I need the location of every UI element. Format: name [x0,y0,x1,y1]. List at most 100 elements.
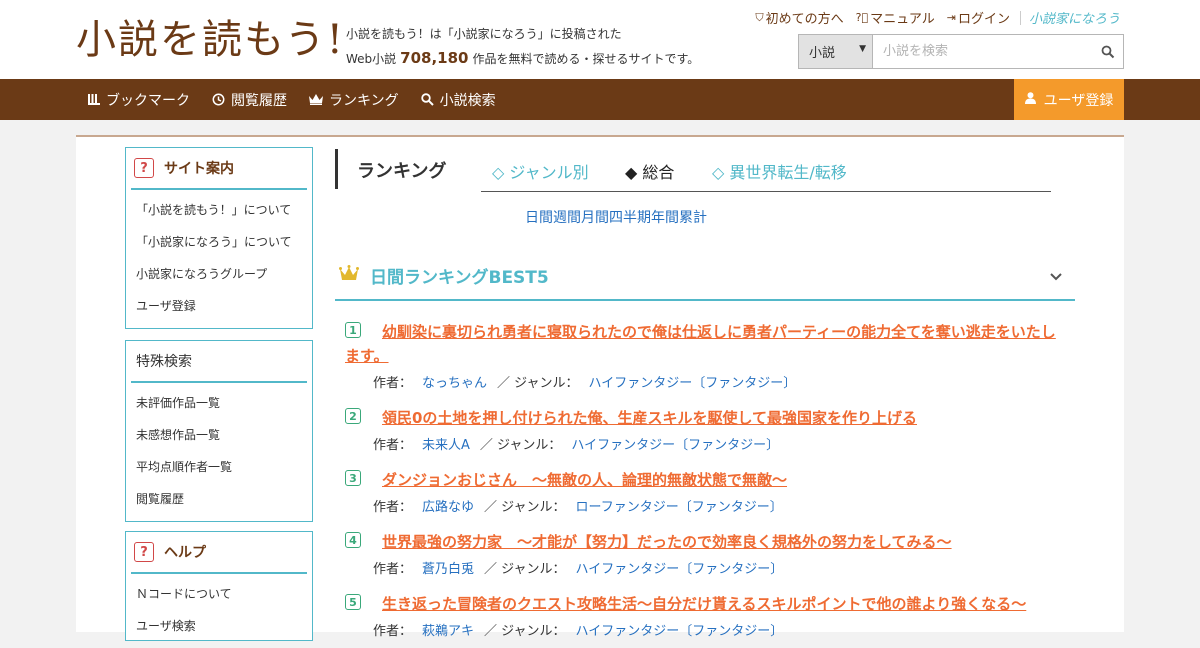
sidebar-item-no-reviews[interactable]: 未感想作品一覧 [126,419,312,451]
period-daily[interactable]: 日間 [525,207,553,227]
ranking-title-link[interactable]: 幼馴染に裏切られ勇者に寝取られたので俺は仕返しに勇者パーティーの能力全てを奪い逃… [335,320,1075,368]
sidebar-item-author-average[interactable]: 平均点順作者一覧 [126,451,312,483]
ranking-meta: 作者： なっちゃん ／ ジャンル： ハイファンタジー〔ファンタジー〕 [335,372,1075,391]
crown-icon [339,265,359,287]
genre-link[interactable]: ハイファンタジー〔ファンタジー〕 [576,562,784,577]
question-circle-icon: ?⃝ [855,11,869,24]
nav-ranking[interactable]: ランキング [309,90,399,110]
tab-isekai[interactable]: ◇ 異世界転生/転移 [712,159,847,183]
sidebar-item-ncode[interactable]: Ｎコードについて [126,578,312,610]
genre-link[interactable]: ローファンタジー〔ファンタジー〕 [576,500,783,515]
history-icon [212,93,225,106]
sidebar-item-user-search[interactable]: ユーザ検索 [126,610,312,642]
sidebar-item-history[interactable]: 閲覧履歴 [126,483,312,515]
nav-history[interactable]: 閲覧履歴 [212,90,287,110]
register-button[interactable]: ユーザ登録 [1014,79,1124,120]
daily-ranking-title: 日間ランキングBEST5 [370,268,549,288]
chevron-down-icon[interactable] [1049,267,1063,286]
author-link[interactable]: 蒼乃白兎 [422,562,474,577]
period-quarterly[interactable]: 四半期 [609,207,651,227]
author-link[interactable]: 未来人A [422,438,470,453]
bookmark-icon [88,94,100,105]
nav-search[interactable]: 小説検索 [420,90,496,110]
ranking-title-link[interactable]: 領民0の土地を押し付けられた俺、生産スキルを駆使して最強国家を作り上げる [335,406,1075,430]
period-weekly[interactable]: 週間 [553,207,581,227]
sidebar-special-search: 特殊検索 未評価作品一覧 未感想作品一覧 平均点順作者一覧 閲覧履歴 [125,340,313,522]
ranking-title-link[interactable]: ダンジョンおじさん ～無敵の人、論理的無敵状態で無敵～ [335,468,1075,492]
ranking-item-3: 3 ダンジョンおじさん ～無敵の人、論理的無敵状態で無敵～ 作者： 広路なゆ ／ ジ… [335,468,1075,515]
author-link[interactable]: なっちゃん [422,376,487,391]
nav-ranking-label: ランキング [329,92,399,109]
manual-label: マニュアル [870,12,935,27]
sidebar-special-search-title: 特殊検索 [136,354,192,370]
ranking-meta: 作者： 広路なゆ ／ ジャンル： ローファンタジー〔ファンタジー〕 [335,496,1075,515]
top-links: ⛉ 初めての方へ ?⃝ マニュアル ⇥ ログイン 小説家になろう [743,8,1120,27]
sidebar-site-guide-title: サイト案内 [164,161,234,177]
search-type-value: 小説 [809,46,836,61]
genre-label: ／ ジャンル： [484,500,566,515]
tab-genre[interactable]: ◇ ジャンル別 [492,159,589,183]
sidebar-site-guide: ? サイト案内 「小説を読もう！」について 「小説家になろう」について 小説家に… [125,147,313,329]
question-icon: ? [134,542,154,562]
tagline-web-novel: Web小説 [346,52,397,66]
period-yearly[interactable]: 年間 [651,207,679,227]
first-time-label: 初めての方へ [765,12,844,27]
sidebar-item-narou-group[interactable]: 小説家になろうグループ [126,258,312,290]
search-type-select[interactable]: 小説 ▼ [799,35,873,68]
tagline-suffix: 作品を無料で読める・探せるサイトです。 [472,52,700,66]
search-icon [1101,45,1115,58]
title-bar-accent [335,149,338,189]
search-bar: 小説 ▼ [798,34,1124,69]
nav-bookmark-label: ブックマーク [106,92,190,109]
genre-label: ／ ジャンル： [497,376,579,391]
rank-number: 3 [345,470,361,486]
manual-link[interactable]: ?⃝ マニュアル [856,8,935,27]
genre-link[interactable]: ハイファンタジー〔ファンタジー〕 [576,624,784,639]
work-count: 708,180 [400,49,469,67]
genre-link[interactable]: ハイファンタジー〔ファンタジー〕 [589,376,797,391]
login-icon: ⇥ [946,11,956,24]
login-link[interactable]: ⇥ ログイン [947,8,1010,27]
sidebar-item-about-narou[interactable]: 「小説家になろう」について [126,226,312,258]
daily-ranking-header[interactable]: 日間ランキングBEST5 [335,261,1075,301]
genre-label: ／ ジャンル： [484,624,566,639]
search-icon [420,93,434,106]
search-button[interactable] [1093,35,1123,68]
crown-icon [309,94,323,105]
ranking-title-link[interactable]: 生き返った冒険者のクエスト攻略生活～自分だけ貰えるスキルポイントで他の誰より強く… [335,592,1075,616]
period-monthly[interactable]: 月間 [581,207,609,227]
period-total[interactable]: 累計 [679,207,707,227]
nav-history-label: 閲覧履歴 [231,92,287,109]
ranking-item-4: 4 世界最強の努力家 ～才能が【努力】だったので効率良く規格外の努力をしてみる～… [335,530,1075,577]
ranking-title-link[interactable]: 世界最強の努力家 ～才能が【努力】だったので効率良く規格外の努力をしてみる～ [335,530,1075,554]
ranking-item-2: 2 領民0の土地を押し付けられた俺、生産スキルを駆使して最強国家を作り上げる 作… [335,406,1075,453]
author-label: 作者： [373,562,413,577]
sidebar-item-unrated[interactable]: 未評価作品一覧 [126,387,312,419]
rank-number: 2 [345,408,361,424]
ranking-tabs: ランキング ◇ ジャンル別 ◆ 総合 ◇ 異世界転生/転移 [335,149,1075,192]
sidebar-special-search-header: 特殊検索 [131,341,307,383]
tagline-line-2: Web小説 708,180 作品を無料で読める・探せるサイトです。 [346,46,699,71]
sidebar-item-register[interactable]: ユーザ登録 [126,290,312,322]
author-link[interactable]: 萩鵜アキ [422,624,474,639]
main-nav: ブックマーク 閲覧履歴 ランキング 小説検索 ユーザ登録 [0,79,1200,120]
nav-bookmark[interactable]: ブックマーク [88,90,190,110]
narou-logo-link[interactable]: 小説家になろう [1029,8,1120,27]
genre-link[interactable]: ハイファンタジー〔ファンタジー〕 [571,438,779,453]
ranking-meta: 作者： 未来人A ／ ジャンル： ハイファンタジー〔ファンタジー〕 [335,434,1075,453]
user-icon [1024,91,1036,108]
rank-number: 4 [345,532,361,548]
first-time-link[interactable]: ⛉ 初めての方へ [755,8,844,28]
login-label: ログイン [957,12,1010,27]
search-input[interactable] [873,35,1093,68]
sidebar-help-title: ヘルプ [164,545,206,561]
site-logo[interactable]: 小説を読もう! [76,14,345,66]
sidebar-site-guide-header: ? サイト案内 [131,148,307,190]
sidebar-help: ? ヘルプ Ｎコードについて ユーザ検索 [125,531,313,641]
tab-overall[interactable]: ◆ 総合 [625,159,674,183]
sidebar-item-about-yomou[interactable]: 「小説を読もう！」について [126,194,312,226]
nav-search-label: 小説検索 [439,92,496,109]
ranking-item-5: 5 生き返った冒険者のクエスト攻略生活～自分だけ貰えるスキルポイントで他の誰より… [335,592,1075,639]
register-label: ユーザ登録 [1043,92,1114,109]
author-link[interactable]: 広路なゆ [422,500,474,515]
